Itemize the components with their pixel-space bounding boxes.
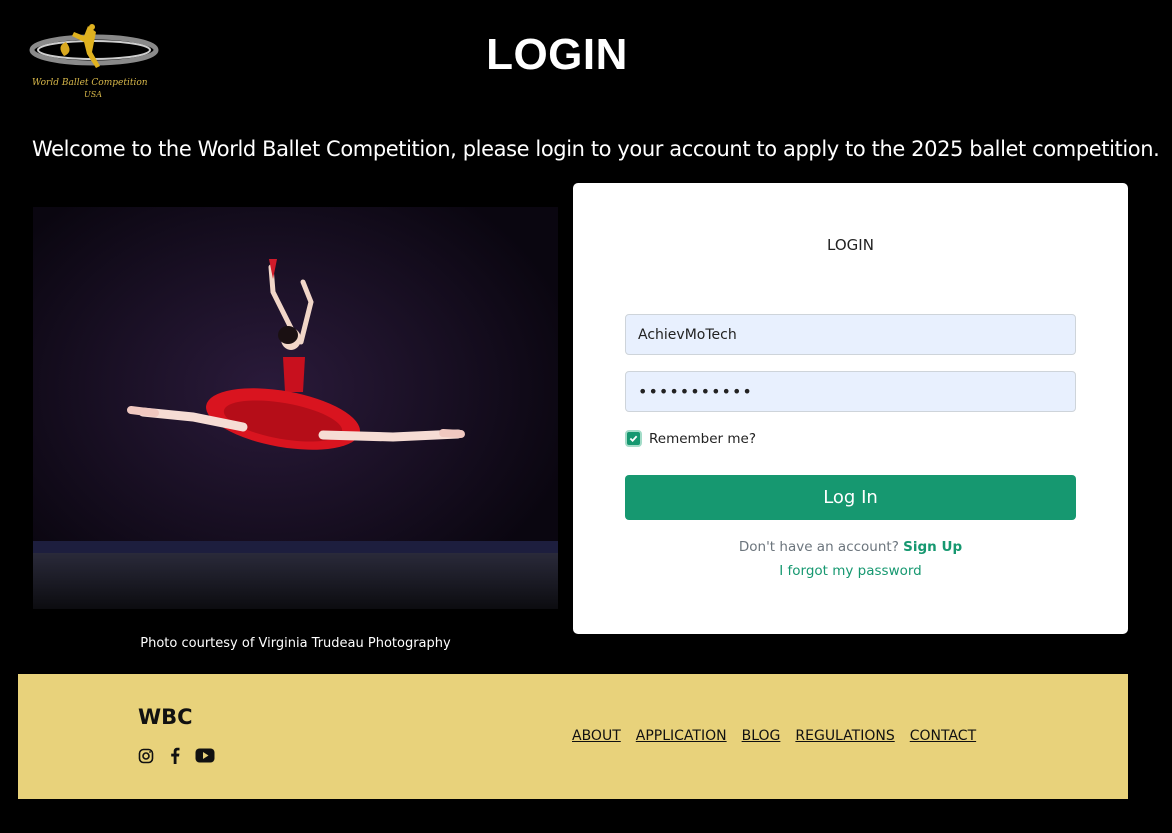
remember-me-row[interactable]: Remember me? — [625, 430, 756, 447]
welcome-message: Welcome to the World Ballet Competition,… — [32, 137, 1160, 161]
footer-link-about[interactable]: ABOUT — [572, 728, 621, 744]
log-in-button[interactable]: Log In — [625, 475, 1076, 520]
instagram-icon[interactable] — [137, 747, 154, 764]
page-title: LOGIN — [486, 30, 628, 79]
facebook-icon[interactable] — [166, 747, 183, 764]
footer-link-application[interactable]: APPLICATION — [636, 728, 727, 744]
forgot-password-link[interactable]: I forgot my password — [573, 563, 1128, 579]
username-input[interactable] — [625, 314, 1076, 355]
sign-up-link[interactable]: Sign Up — [903, 539, 962, 555]
youtube-icon[interactable] — [195, 747, 215, 764]
no-account-text: Don't have an account? — [738, 539, 899, 555]
photo-caption: Photo courtesy of Virginia Trudeau Photo… — [140, 636, 451, 651]
footer: WBC ABOUT APPLICATION BLOG REGULATIONS C… — [18, 674, 1128, 799]
login-card-title: LOGIN — [827, 236, 874, 254]
remember-me-label: Remember me? — [649, 430, 757, 447]
remember-me-checkbox[interactable] — [625, 430, 642, 447]
signup-prompt: Don't have an account? Sign Up — [573, 539, 1128, 555]
footer-link-contact[interactable]: CONTACT — [910, 728, 976, 744]
footer-brand: WBC — [138, 705, 193, 729]
footer-link-blog[interactable]: BLOG — [742, 728, 781, 744]
footer-link-regulations[interactable]: REGULATIONS — [795, 728, 894, 744]
check-icon — [629, 435, 638, 443]
logo-subtext: USA — [84, 90, 102, 99]
social-links — [137, 747, 215, 764]
footer-nav: ABOUT APPLICATION BLOG REGULATIONS CONTA… — [572, 728, 976, 744]
password-input[interactable] — [625, 371, 1076, 412]
login-card: LOGIN Remember me? Log In Don't have an … — [573, 183, 1128, 634]
ballet-photo — [33, 207, 558, 609]
